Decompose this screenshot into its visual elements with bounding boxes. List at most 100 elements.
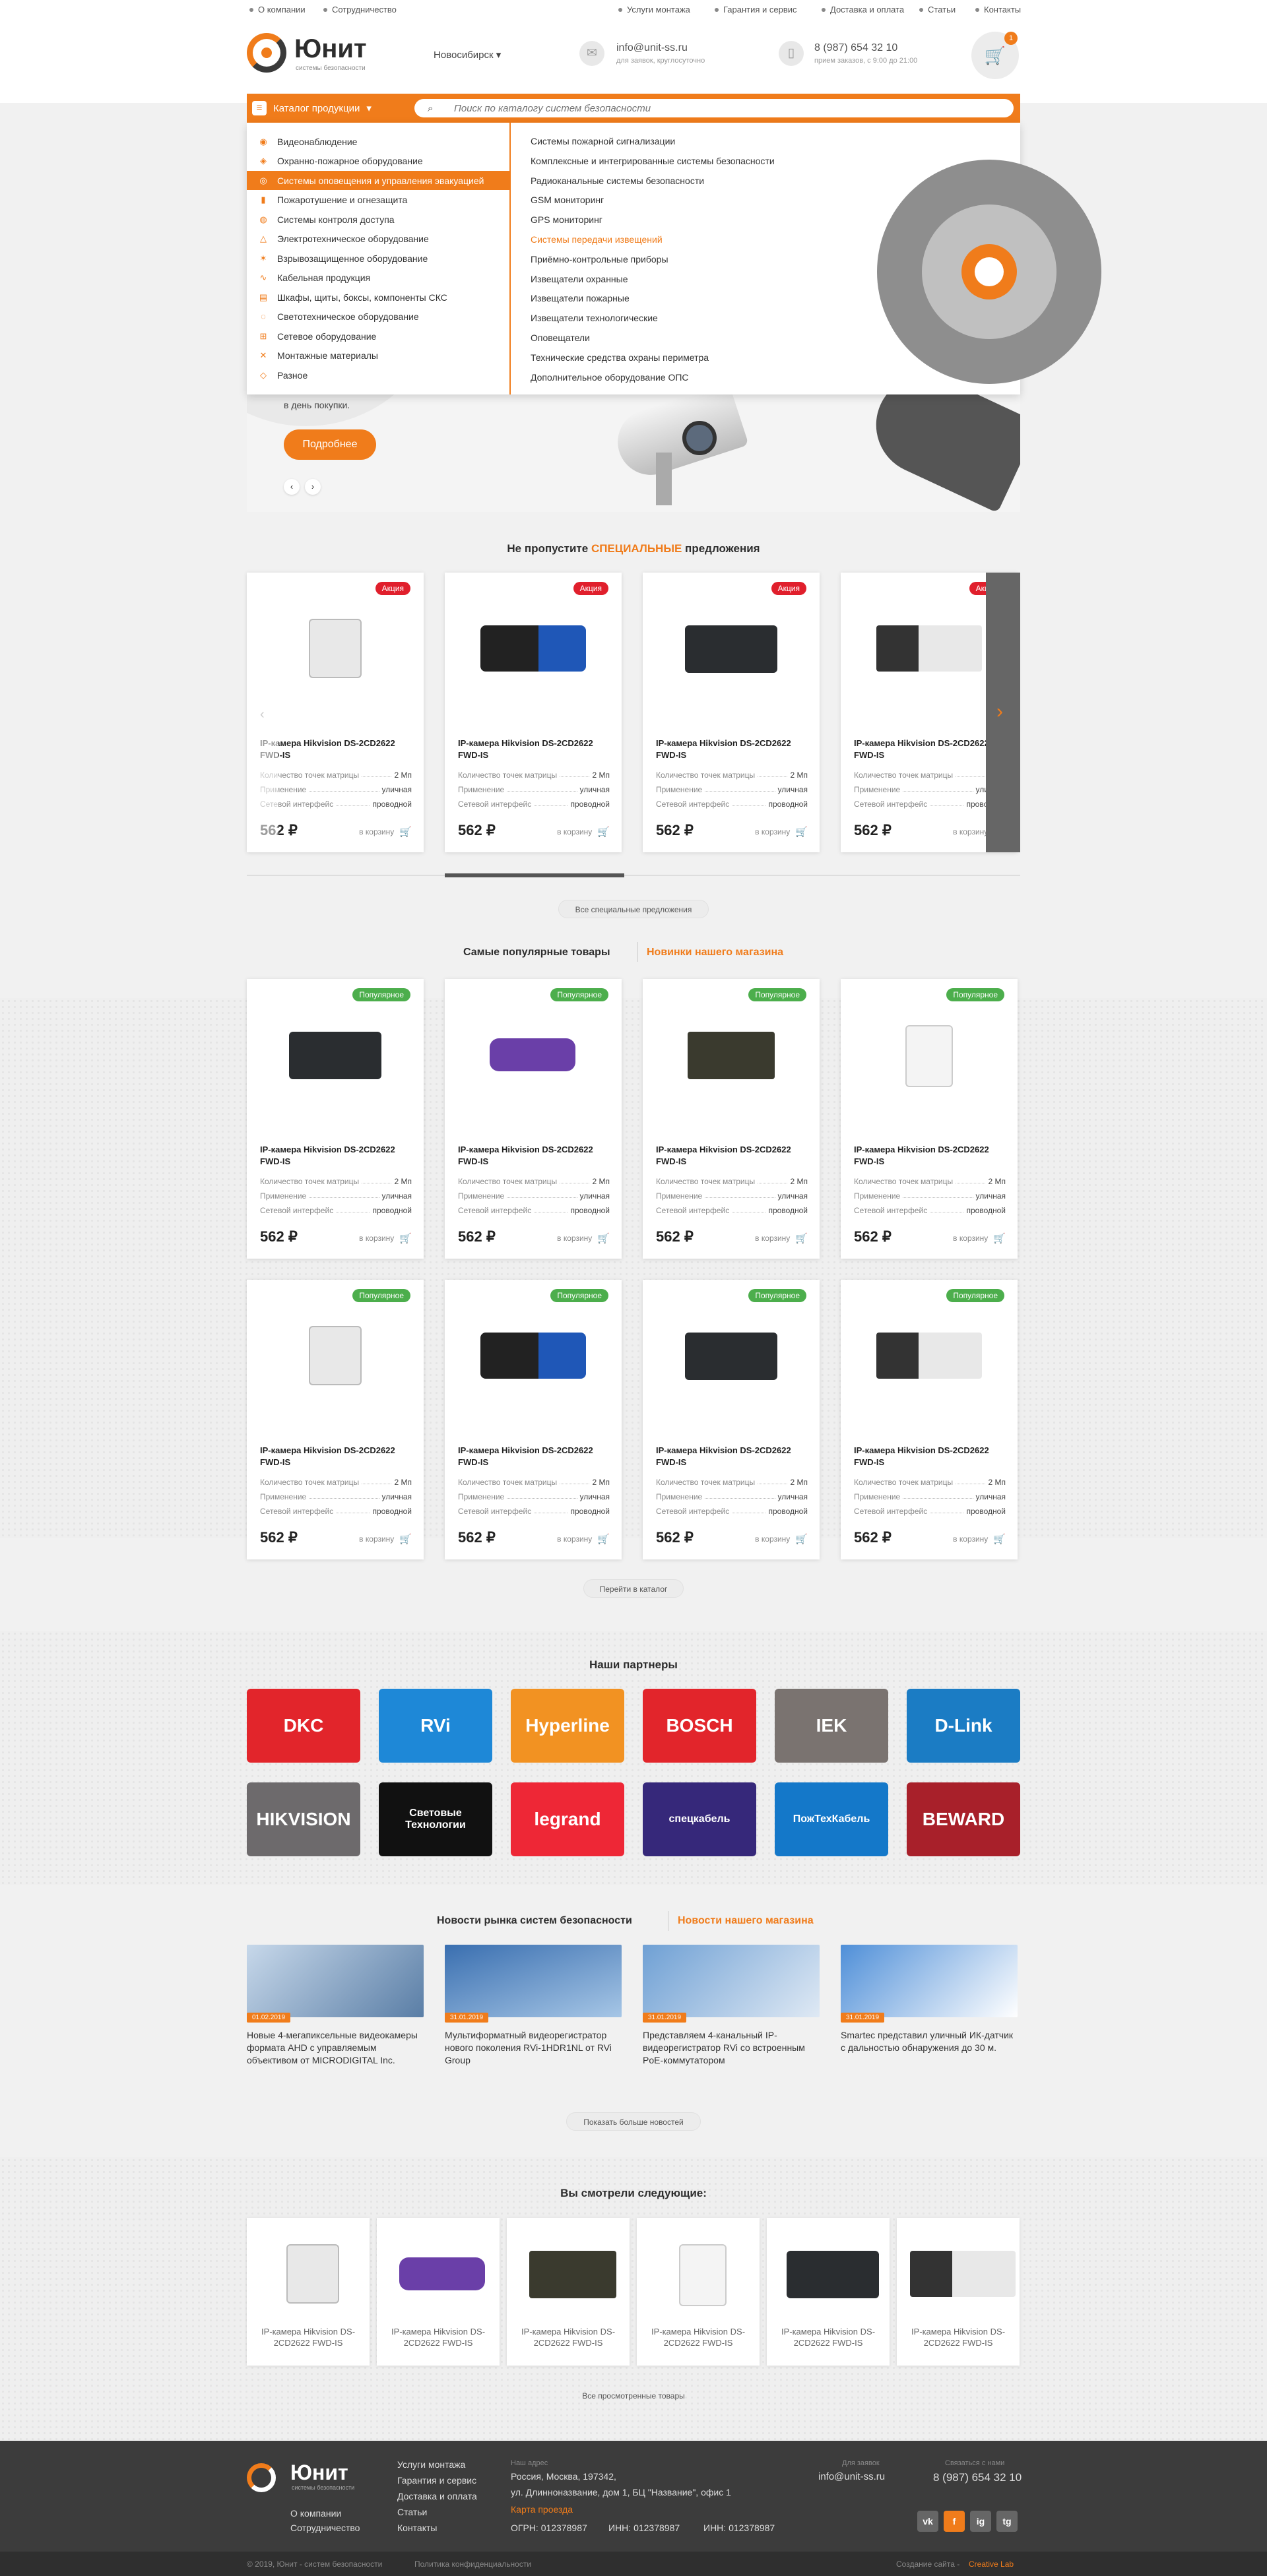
- product-image[interactable]: [520, 2231, 616, 2310]
- news-card[interactable]: 31.01.2019 Smartec представил уличный ИК-…: [841, 1945, 1018, 2054]
- logo-mark-icon[interactable]: [247, 33, 286, 73]
- viewed-product-card[interactable]: IP-камера Hikvision DS-2CD2622 FWD-IS: [507, 2218, 630, 2366]
- add-to-cart-button[interactable]: в корзину 🛒: [755, 1533, 808, 1545]
- footer-map-link[interactable]: Карта проезда: [511, 2504, 573, 2515]
- product-image[interactable]: [282, 1012, 388, 1098]
- product-image[interactable]: [910, 2231, 1016, 2310]
- footer-logo-text[interactable]: Юнит: [290, 2461, 348, 2485]
- viewed-product-title[interactable]: IP-камера Hikvision DS-2CD2622 FWD-IS: [383, 2326, 493, 2348]
- add-to-cart-button[interactable]: в корзину 🛒: [755, 826, 808, 838]
- footer-link-contacts[interactable]: Контакты: [397, 2523, 437, 2533]
- news-title[interactable]: Мультиформатный видеорегистратор нового …: [445, 2029, 622, 2067]
- product-image[interactable]: [390, 2231, 486, 2310]
- carousel-next-button[interactable]: [986, 573, 1020, 852]
- facebook-icon[interactable]: f: [944, 2511, 965, 2532]
- partner-logo[interactable]: BOSCH: [643, 1689, 756, 1763]
- footer-privacy-link[interactable]: Политика конфиденциальности: [414, 2560, 531, 2569]
- product-image[interactable]: [876, 1012, 982, 1098]
- news-card[interactable]: 31.01.2019 Мультиформатный видеорегистрат…: [445, 1945, 622, 2067]
- partner-logo[interactable]: ПожТехКабель: [775, 1782, 888, 1856]
- add-to-cart-button[interactable]: в корзину 🛒: [953, 1232, 1006, 1244]
- product-title[interactable]: IP-камера Hikvision DS-2CD2622 FWD-IS: [458, 1144, 610, 1168]
- category-item[interactable]: ✶ Взрывозащищенное оборудование: [247, 249, 509, 268]
- partner-logo[interactable]: Световые Технологии: [379, 1782, 492, 1856]
- category-item[interactable]: ⊞ Сетевое оборудование: [247, 327, 509, 346]
- product-title[interactable]: IP-камера Hikvision DS-2CD2622 FWD-IS: [656, 738, 808, 761]
- subcategory-item[interactable]: Извещатели охранные: [531, 274, 628, 284]
- topbar-link-contacts[interactable]: Контакты: [975, 5, 1021, 15]
- add-to-cart-button[interactable]: в корзину 🛒: [557, 1232, 610, 1244]
- category-item[interactable]: ◈ Охранно-пожарное оборудование: [247, 152, 509, 171]
- tab-new[interactable]: Новинки нашего магазина: [647, 947, 783, 958]
- product-card[interactable]: Популярное IP-камера Hikvision DS-2CD2622…: [247, 979, 424, 1259]
- product-title[interactable]: IP-камера Hikvision DS-2CD2622 FWD-IS: [260, 1445, 412, 1468]
- category-item[interactable]: ◌ Светотехническое оборудование: [247, 307, 509, 327]
- catalog-link-button[interactable]: Перейти в каталог: [583, 1579, 684, 1598]
- partner-logo[interactable]: спецкабель: [643, 1782, 756, 1856]
- product-card[interactable]: Популярное IP-камера Hikvision DS-2CD2622…: [841, 1280, 1018, 1559]
- product-image[interactable]: [650, 2231, 746, 2310]
- product-card[interactable]: Популярное IP-камера Hikvision DS-2CD2622…: [643, 979, 820, 1259]
- subcategory-item[interactable]: Оповещатели: [531, 332, 590, 343]
- partner-logo[interactable]: IEK: [775, 1689, 888, 1763]
- partner-logo[interactable]: Hyperline: [511, 1689, 624, 1763]
- subcategory-item[interactable]: Технические средства охраны периметра: [531, 352, 709, 363]
- subcategory-item[interactable]: Комплексные и интегрированные системы бе…: [531, 156, 775, 166]
- footer-link-cooperation[interactable]: Сотрудничество: [290, 2523, 360, 2533]
- add-to-cart-button[interactable]: в корзину 🛒: [359, 1232, 412, 1244]
- topbar-link-delivery[interactable]: Доставка и оплата: [822, 5, 904, 15]
- viewed-product-title[interactable]: IP-камера Hikvision DS-2CD2622 FWD-IS: [773, 2326, 883, 2348]
- telegram-icon[interactable]: tg: [996, 2511, 1018, 2532]
- footer-phone[interactable]: 8 (987) 654 32 10: [933, 2471, 1022, 2484]
- product-card[interactable]: Популярное IP-камера Hikvision DS-2CD2622…: [247, 1280, 424, 1559]
- product-title[interactable]: IP-камера Hikvision DS-2CD2622 FWD-IS: [656, 1144, 808, 1168]
- footer-made-by-link[interactable]: Creative Lab: [969, 2560, 1014, 2569]
- hero-prev-arrow-icon[interactable]: ‹: [284, 479, 300, 495]
- product-image[interactable]: [780, 2231, 879, 2310]
- footer-logo-icon[interactable]: [247, 2463, 276, 2492]
- product-image[interactable]: [876, 606, 982, 691]
- news-image[interactable]: [445, 1945, 622, 2017]
- category-item[interactable]: ◎ Системы оповещения и управления эвакуац…: [247, 171, 509, 190]
- viewed-product-card[interactable]: IP-камера Hikvision DS-2CD2622 FWD-IS: [377, 2218, 500, 2366]
- viewed-product-card[interactable]: IP-камера Hikvision DS-2CD2622 FWD-IS: [897, 2218, 1020, 2366]
- add-to-cart-button[interactable]: в корзину 🛒: [359, 1533, 412, 1545]
- viewed-all-link[interactable]: Все просмотренные товары: [0, 2391, 1267, 2401]
- partner-logo[interactable]: legrand: [511, 1782, 624, 1856]
- add-to-cart-button[interactable]: в корзину 🛒: [953, 1533, 1006, 1545]
- category-item[interactable]: ▮ Пожаротушение и огнезащита: [247, 191, 509, 210]
- product-image[interactable]: [678, 1313, 784, 1398]
- news-image[interactable]: [247, 1945, 424, 2017]
- partner-logo[interactable]: BEWARD: [907, 1782, 1020, 1856]
- subcategory-item[interactable]: GSM мониторинг: [531, 195, 604, 205]
- product-title[interactable]: IP-камера Hikvision DS-2CD2622 FWD-IS: [458, 738, 610, 761]
- product-title[interactable]: IP-камера Hikvision DS-2CD2622 FWD-IS: [854, 1144, 1006, 1168]
- subcategory-item[interactable]: Дополнительное оборудование ОПС: [531, 372, 689, 383]
- topbar-link-cooperation[interactable]: Сотрудничество: [323, 5, 397, 15]
- footer-link-install[interactable]: Услуги монтажа: [397, 2459, 465, 2470]
- hero-more-button[interactable]: Подробнее: [284, 429, 376, 460]
- footer-email[interactable]: info@unit-ss.ru: [818, 2471, 885, 2482]
- news-title[interactable]: Представляем 4-канальный IP-видеорегистр…: [643, 2029, 820, 2067]
- add-to-cart-button[interactable]: в корзину 🛒: [557, 826, 610, 838]
- tab-store-news[interactable]: Новости нашего магазина: [678, 1915, 814, 1927]
- news-image[interactable]: [643, 1945, 820, 2017]
- product-title[interactable]: IP-камера Hikvision DS-2CD2622 FWD-IS: [260, 738, 412, 761]
- category-item[interactable]: △ Электротехническое оборудование: [247, 230, 509, 249]
- category-item[interactable]: ✕ Монтажные материалы: [247, 346, 509, 365]
- partner-logo[interactable]: D-Link: [907, 1689, 1020, 1763]
- product-image[interactable]: [282, 606, 388, 691]
- news-title[interactable]: Smartec представил уличный ИК-датчик с д…: [841, 2029, 1018, 2054]
- product-title[interactable]: IP-камера Hikvision DS-2CD2622 FWD-IS: [854, 738, 1006, 761]
- product-image[interactable]: [480, 1012, 586, 1098]
- catalog-button[interactable]: ≡ Каталог продукции ▾: [252, 101, 372, 115]
- carousel-prev-icon[interactable]: ‹: [260, 707, 265, 722]
- product-title[interactable]: IP-камера Hikvision DS-2CD2622 FWD-IS: [260, 1144, 412, 1168]
- topbar-link-about[interactable]: О компании: [249, 5, 306, 15]
- product-card[interactable]: Акция IP-камера Hikvision DS-2CD2622 FWD-…: [445, 573, 622, 852]
- carousel-next-icon[interactable]: ›: [996, 701, 1003, 723]
- product-title[interactable]: IP-камера Hikvision DS-2CD2622 FWD-IS: [656, 1445, 808, 1468]
- category-item[interactable]: ◍ Системы контроля доступа: [247, 210, 509, 229]
- subcategory-item[interactable]: Системы передачи извещений: [531, 234, 663, 245]
- viewed-product-title[interactable]: IP-камера Hikvision DS-2CD2622 FWD-IS: [903, 2326, 1013, 2348]
